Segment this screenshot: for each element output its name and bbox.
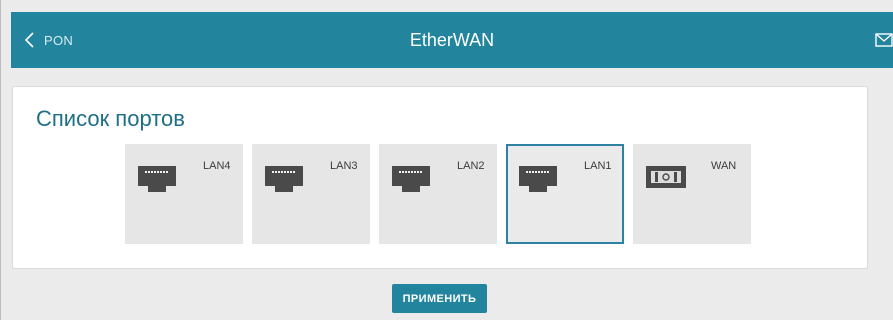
port-list-card: Список портов LAN4 LAN3 LAN2 LAN1 WAN	[12, 86, 868, 269]
wan-port-icon	[646, 162, 686, 197]
port-lan1[interactable]: LAN1	[506, 144, 624, 244]
port-lan3[interactable]: LAN3	[252, 144, 370, 244]
ethernet-port-icon	[519, 162, 557, 201]
port-wan[interactable]: WAN	[633, 144, 751, 244]
port-lan4[interactable]: LAN4	[125, 144, 243, 244]
page-title: EtherWAN	[409, 30, 495, 50]
mail-icon[interactable]	[875, 32, 893, 48]
back-label: PON	[44, 32, 74, 48]
port-label: LAN4	[203, 160, 231, 172]
port-list: LAN4 LAN3 LAN2 LAN1 WAN	[125, 144, 751, 244]
port-label: WAN	[711, 160, 737, 172]
header-bar: PON EtherWAN	[11, 12, 893, 68]
ethernet-port-icon	[138, 162, 176, 201]
apply-button[interactable]: ПРИМЕНИТЬ	[392, 284, 487, 313]
ethernet-port-icon	[392, 162, 430, 201]
port-lan2[interactable]: LAN2	[379, 144, 497, 244]
port-label: LAN3	[330, 160, 358, 172]
card-title: Список портов	[36, 106, 185, 131]
port-label: LAN1	[584, 160, 612, 172]
chevron-left-icon	[25, 32, 34, 48]
ethernet-port-icon	[265, 162, 303, 201]
back-button[interactable]: PON	[25, 29, 73, 51]
port-label: LAN2	[457, 160, 485, 172]
